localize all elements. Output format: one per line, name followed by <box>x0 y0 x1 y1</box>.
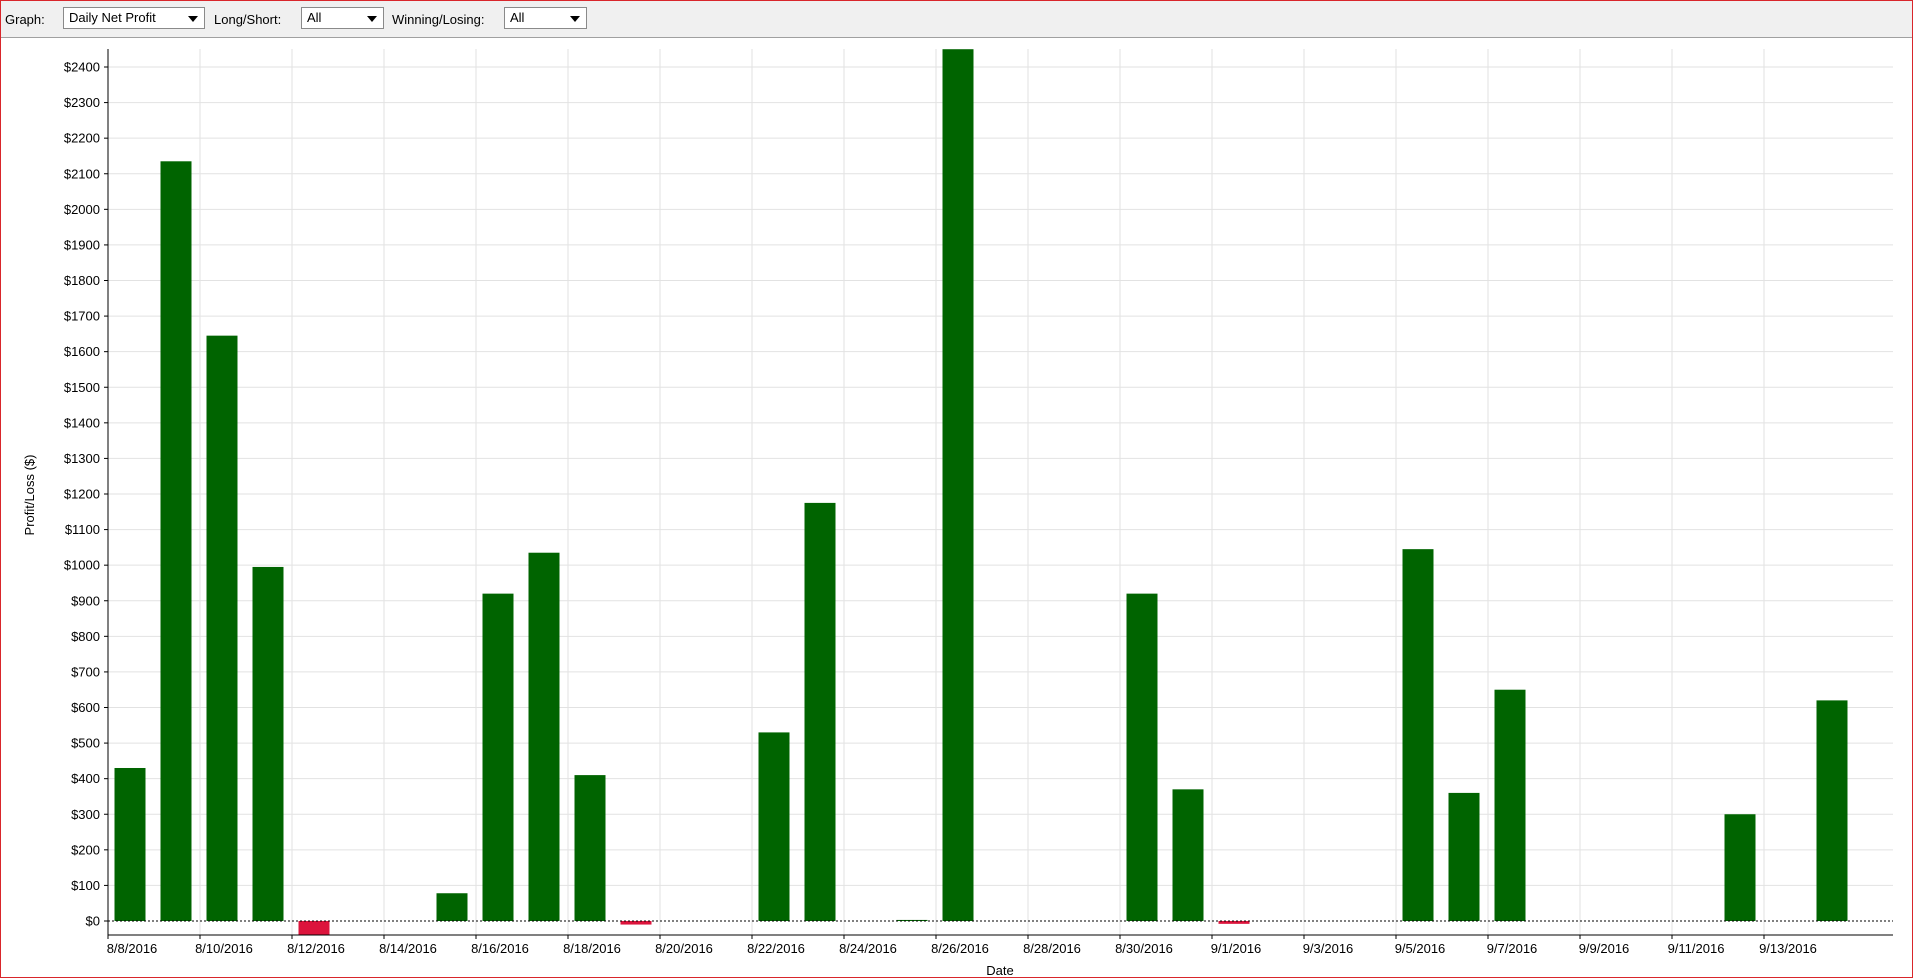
chevron-down-icon <box>570 16 580 22</box>
y-tick-label: $1200 <box>64 487 100 502</box>
graph-label: Graph: <box>5 12 45 27</box>
y-tick-label: $2200 <box>64 131 100 146</box>
x-tick-label: 9/7/2016 <box>1487 941 1538 956</box>
x-tick-label: 8/10/2016 <box>195 941 253 956</box>
x-tick-label: 8/8/2016 <box>107 941 158 956</box>
y-tick-label: $400 <box>71 771 100 786</box>
toolbar: Graph: Daily Net Profit Long/Short: All … <box>1 1 1912 38</box>
bar <box>436 893 468 921</box>
bar <box>942 49 974 922</box>
y-tick-label: $900 <box>71 593 100 608</box>
x-tick-label: 8/30/2016 <box>1115 941 1173 956</box>
graph-select[interactable]: Daily Net Profit <box>63 7 205 29</box>
winlose-label: Winning/Losing: <box>392 12 485 27</box>
y-tick-label: $500 <box>71 736 100 751</box>
x-tick-label: 9/13/2016 <box>1759 941 1817 956</box>
y-tick-label: $1500 <box>64 380 100 395</box>
x-tick-label: 8/20/2016 <box>655 941 713 956</box>
x-axis-label: Date <box>986 963 1013 976</box>
y-tick-label: $1800 <box>64 273 100 288</box>
x-tick-label: 8/16/2016 <box>471 941 529 956</box>
longshort-select[interactable]: All <box>301 7 384 29</box>
bar <box>1172 789 1204 921</box>
y-axis-label: Profit/Loss ($) <box>22 455 37 536</box>
x-tick-label: 9/3/2016 <box>1303 941 1354 956</box>
x-tick-label: 8/24/2016 <box>839 941 897 956</box>
bar <box>252 566 284 921</box>
y-tick-label: $1300 <box>64 451 100 466</box>
longshort-label: Long/Short: <box>214 12 282 27</box>
chart-grid <box>107 49 1893 935</box>
y-tick-label: $100 <box>71 878 100 893</box>
y-tick-label: $1700 <box>64 309 100 324</box>
x-tick-label: 8/26/2016 <box>931 941 989 956</box>
x-tick-label: 9/11/2016 <box>1668 941 1725 956</box>
bar <box>1816 700 1848 921</box>
bar <box>1126 593 1158 921</box>
bar <box>298 921 330 935</box>
y-tick-label: $1900 <box>64 237 100 252</box>
y-tick-label: $200 <box>71 842 100 857</box>
y-tick-label: $2000 <box>64 202 100 217</box>
x-tick-label: 9/5/2016 <box>1395 941 1446 956</box>
bar <box>206 335 238 921</box>
y-tick-label: $0 <box>86 914 100 929</box>
x-tick-label: 8/18/2016 <box>563 941 621 956</box>
y-tick-label: $1600 <box>64 344 100 359</box>
x-tick-label: 9/1/2016 <box>1211 941 1262 956</box>
y-tick-label: $2300 <box>64 95 100 110</box>
bar <box>160 161 192 921</box>
bar <box>804 502 836 921</box>
bar <box>1402 549 1434 921</box>
y-tick-label: $600 <box>71 700 100 715</box>
winlose-select[interactable]: All <box>504 7 587 29</box>
bar <box>620 921 652 925</box>
chevron-down-icon <box>367 16 377 22</box>
x-tick-label: 9/9/2016 <box>1579 941 1630 956</box>
y-tick-label: $2100 <box>64 166 100 181</box>
chevron-down-icon <box>188 16 198 22</box>
y-tick-label: $800 <box>71 629 100 644</box>
y-tick-label: $300 <box>71 807 100 822</box>
bar <box>114 767 146 921</box>
x-tick-label: 8/12/2016 <box>287 941 345 956</box>
bar <box>574 775 606 921</box>
bar <box>1448 792 1480 921</box>
y-tick-label: $1000 <box>64 558 100 573</box>
winlose-select-value: All <box>510 10 525 25</box>
daily-net-profit-chart: $0 $100 $200 $300 $400 $500 $600 $700 $800 $900 $1… <box>22 49 1893 976</box>
y-tick-labels: $0 $100 $200 $300 $400 $500 $600 $700 $800 $900 $1… <box>64 60 100 929</box>
plot-area <box>108 49 1893 935</box>
bar <box>482 593 514 921</box>
graph-select-value: Daily Net Profit <box>69 10 156 25</box>
y-tick-label: $1100 <box>65 522 100 537</box>
x-tick-label: 8/22/2016 <box>747 941 805 956</box>
bar <box>528 552 560 921</box>
x-tick-label: 8/14/2016 <box>379 941 437 956</box>
bar <box>1494 689 1526 921</box>
x-tick-label: 8/28/2016 <box>1023 941 1081 956</box>
y-tick-label: $1400 <box>64 415 100 430</box>
y-tick-label: $700 <box>71 664 100 679</box>
y-tick-label: $2400 <box>64 60 100 75</box>
longshort-select-value: All <box>307 10 322 25</box>
bar <box>758 732 790 921</box>
bar <box>1724 814 1756 921</box>
x-tick-labels: 8/8/2016 8/10/2016 8/12/2016 8/14/2016 8/16/… <box>107 941 1817 956</box>
